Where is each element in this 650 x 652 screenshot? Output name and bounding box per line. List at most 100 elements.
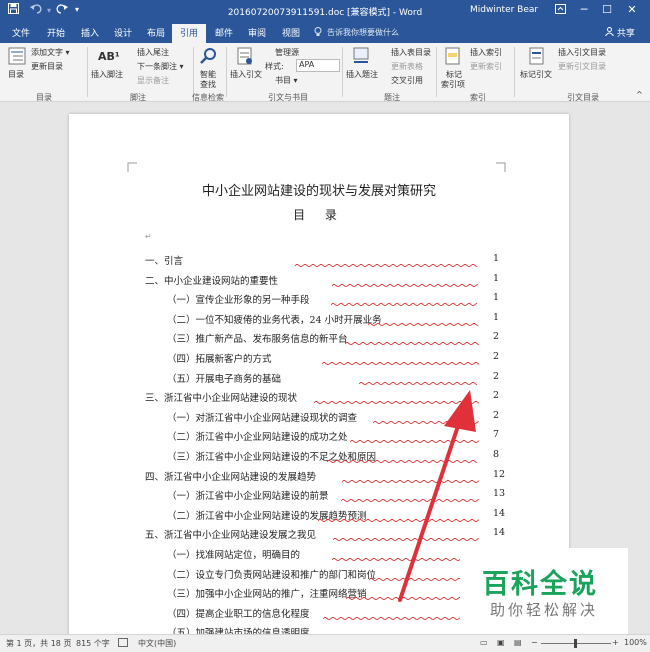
toc-entry-text: （四）拓展新客户的方式 <box>167 354 272 365</box>
ribbon-divider <box>514 47 515 97</box>
toc-entry-page: 8 <box>493 449 500 460</box>
mark-entry-label-2: 索引项 <box>441 80 465 89</box>
spellcheck-squiggle <box>295 264 478 267</box>
collapse-ribbon-icon[interactable]: ^ <box>636 90 643 99</box>
insert-endnote-button[interactable]: 插入尾注 <box>137 47 169 58</box>
tab-mailings[interactable]: 邮件 <box>215 26 233 39</box>
ribbon-display-options-icon[interactable] <box>550 4 570 17</box>
toc-entry[interactable]: （二）一位不知疲倦的业务代表，24 小时开展业务 1 <box>167 312 499 326</box>
toc-entry[interactable]: （三）推广新产品、发布服务信息的新平台 2 <box>167 331 500 346</box>
toc-entry-text: （一）宣传企业形象的另一种手段 <box>167 295 310 307</box>
style-label: 样式: <box>265 62 284 71</box>
zoom-slider-thumb[interactable] <box>574 639 577 648</box>
zoom-out-button[interactable]: − <box>531 638 538 647</box>
spellcheck-squiggle <box>368 322 479 326</box>
update-index-button[interactable]: 更新索引 <box>470 61 502 72</box>
ribbon-tabs: 文件 开始 插入 设计 布局 引用 邮件 审阅 视图 告诉我你想要做什么 共享 <box>0 22 650 43</box>
tab-design[interactable]: 设计 <box>114 26 132 39</box>
toc-entry[interactable]: 一、引言 1 <box>145 253 499 267</box>
tab-view[interactable]: 视图 <box>282 26 300 39</box>
insert-footnote-label: 插入脚注 <box>91 70 123 79</box>
word-count[interactable]: 815 个字 <box>76 638 110 649</box>
toc-entry-page: 1 <box>493 311 500 323</box>
web-layout-icon[interactable]: ▤ <box>514 638 522 647</box>
toc-entry-text: （五）加强建站市场的信息透明度 <box>167 628 310 634</box>
add-text-button[interactable]: 添加文字 ▾ <box>31 47 70 58</box>
page-count[interactable]: 第 1 页，共 18 页 <box>6 638 71 649</box>
update-table-button[interactable]: 更新表格 <box>391 61 423 72</box>
toc-entry-page: 2 <box>493 390 500 402</box>
ribbon-divider <box>87 47 88 97</box>
toc-entry-text: （一）对浙江省中小企业网站建设现状的调查 <box>167 412 358 424</box>
cross-reference-button[interactable]: 交叉引用 <box>391 75 423 86</box>
proofing-icon[interactable] <box>118 638 128 649</box>
user-name[interactable]: Midwinter Bear <box>470 5 538 15</box>
document-title: 中小企业网站建设的现状与发展对策研究 <box>201 184 436 199</box>
insert-caption-label: 插入题注 <box>346 70 378 79</box>
toc-entry[interactable]: （五）加强建站市场的信息透明度16 <box>167 625 505 634</box>
toc-entry-text: （三）推广新产品、发布服务信息的新平台 <box>167 334 348 346</box>
update-table-of-authorities-button[interactable]: 更新引文目录 <box>558 61 606 72</box>
watermark-subtitle: 助你轻松解决 <box>490 601 599 619</box>
toc-entry-text: （二）一位不知疲倦的业务代表，24 小时开展业务 <box>167 314 382 326</box>
zoom-level[interactable]: 100% <box>624 638 647 647</box>
toc-entry[interactable]: 二、中小企业建设网站的重要性 1 <box>145 273 499 287</box>
share-button[interactable]: 共享 <box>605 26 635 39</box>
close-button[interactable]: ✕ <box>622 3 642 16</box>
update-toc-button[interactable]: 更新目录 <box>31 61 63 72</box>
toc-entry-page: 7 <box>493 429 500 441</box>
insert-table-of-figures-button[interactable]: 插入表目录 <box>391 47 431 58</box>
tell-me-search[interactable]: 告诉我你想要做什么 <box>327 27 399 38</box>
paragraph-mark: ↵ <box>145 232 152 241</box>
insert-index-button[interactable]: 插入索引 <box>470 47 502 58</box>
smart-lookup-label-2: 查找 <box>200 80 216 89</box>
show-notes-button[interactable]: 显示备注 <box>137 75 169 86</box>
toc-entry-text: 二、中小企业建设网站的重要性 <box>145 275 279 287</box>
tab-insert[interactable]: 插入 <box>81 26 99 39</box>
toc-entry[interactable]: （四）拓展新客户的方式 2 <box>167 351 499 365</box>
restore-button[interactable]: ☐ <box>597 3 617 16</box>
ribbon: 目录 添加文字 ▾ 更新目录 目录 AB¹ 插入脚注 插入尾注 下一条脚注 ▾ … <box>0 43 650 102</box>
toc-entry-text: （一）浙江省中小企业网站建设的前景 <box>167 491 329 503</box>
toc-entry-text: （五）开展电子商务的基础 <box>167 373 282 385</box>
margin-corner-mark <box>496 162 506 172</box>
next-footnote-button[interactable]: 下一条脚注 ▾ <box>137 61 184 72</box>
margin-corner-mark <box>127 162 137 172</box>
tab-review[interactable]: 审阅 <box>248 26 266 39</box>
toc-entry-page: 1 <box>493 272 500 284</box>
spellcheck-squiggle <box>322 362 479 365</box>
read-mode-icon[interactable]: ▭ <box>480 638 488 647</box>
mark-citation-icon <box>529 47 544 65</box>
ribbon-divider <box>193 47 194 97</box>
toc-label: 目录 <box>8 70 24 79</box>
ribbon-divider <box>226 47 227 97</box>
watermark-logo: 百科全说 助你轻松解决 <box>460 548 628 636</box>
language-indicator[interactable]: 中文(中国) <box>138 638 176 649</box>
person-icon <box>605 27 617 39</box>
toc-entry-text: 一、引言 <box>145 256 184 267</box>
footnote-ab-icon: AB¹ <box>98 50 120 63</box>
zoom-in-button[interactable]: + <box>612 638 619 647</box>
insert-table-of-authorities-button[interactable]: 插入引文目录 <box>558 47 606 58</box>
toc-entry-text: （三）加强中小企业网站的推广，注重网络营销 <box>167 589 367 601</box>
toc-entry-page: 2 <box>493 331 500 343</box>
print-layout-icon[interactable]: ▣ <box>497 638 505 647</box>
toc-entry[interactable]: （一）宣传企业形象的另一种手段 1 <box>167 292 499 307</box>
toc-entry-page: 2 <box>493 351 500 362</box>
bibliography-button[interactable]: 书目 ▾ <box>275 75 298 86</box>
citation-icon <box>237 47 252 65</box>
title-bar: ▾ ▾ 20160720073911591.doc [兼容模式] - Word … <box>0 0 650 22</box>
minimize-button[interactable]: ─ <box>574 3 594 16</box>
watermark-title: 百科全说 <box>482 569 598 600</box>
status-bar: 第 1 页，共 18 页 815 个字 中文(中国) ▭ ▣ ▤ − + 100… <box>0 634 650 652</box>
style-select[interactable]: APA <box>296 59 340 72</box>
toc-entry-page: 14 <box>493 527 506 539</box>
manage-sources-button[interactable]: 管理源 <box>275 47 299 58</box>
toc-entry-page: 14 <box>493 507 506 519</box>
tab-references[interactable]: 引用 <box>172 24 207 43</box>
tab-file[interactable]: 文件 <box>12 26 30 39</box>
tab-layout[interactable]: 布局 <box>147 26 165 39</box>
lightbulb-icon <box>314 27 322 40</box>
tab-home[interactable]: 开始 <box>47 26 65 39</box>
magnifier-icon <box>200 48 216 64</box>
